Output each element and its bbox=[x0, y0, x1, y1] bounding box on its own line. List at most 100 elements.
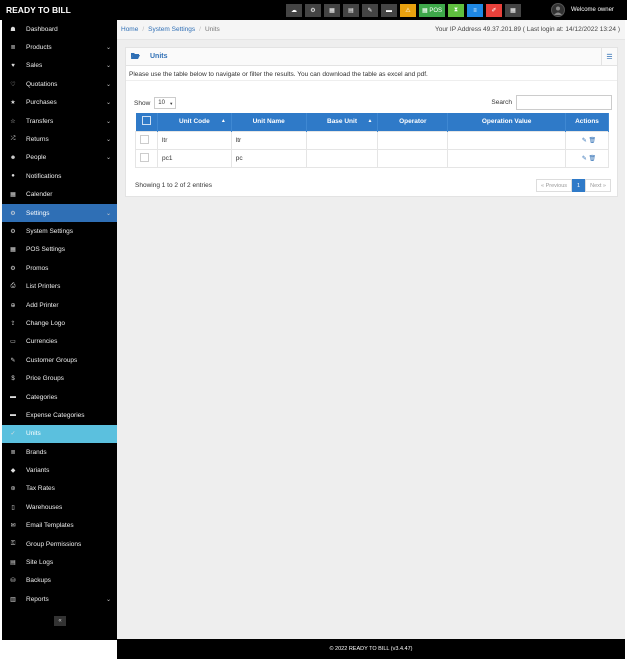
page-1-button[interactable]: 1 bbox=[572, 179, 586, 192]
sidebar-item-products[interactable]: ≣ Products ⌄ bbox=[2, 38, 117, 56]
chevron-down-icon: ⌄ bbox=[105, 118, 111, 125]
sidebar-item-label: Settings bbox=[26, 209, 50, 217]
menu-toggle-icon[interactable]: ☰ bbox=[601, 48, 617, 66]
column-header-operator[interactable]: Operator bbox=[377, 113, 449, 131]
column-header-unit-code[interactable]: Unit Code ▲ bbox=[157, 113, 232, 131]
pos-button[interactable]: ▦ POS bbox=[419, 4, 446, 17]
sidebar-item-dashboard[interactable]: ☗ Dashboard bbox=[2, 20, 117, 38]
column-header-base-unit[interactable]: Base Unit ▲ bbox=[306, 113, 379, 131]
sidebar-item-settings[interactable]: ⚙ Settings ⌄ bbox=[2, 203, 117, 223]
sidebar-item-pos-settings[interactable]: ▦ POS Settings bbox=[2, 241, 117, 259]
settings-icon[interactable]: ⚙ bbox=[305, 4, 321, 17]
avatar[interactable] bbox=[551, 3, 565, 17]
grid-icon[interactable]: ▦ bbox=[505, 4, 522, 17]
calculator-icon[interactable]: ▦ bbox=[324, 4, 340, 17]
language-flag-icon[interactable]: ▬ bbox=[381, 4, 397, 17]
footer: © 2022 READY TO BILL (v3.4.47) bbox=[117, 639, 625, 659]
breadcrumb: Home / System Settings / Units Your IP A… bbox=[117, 20, 625, 40]
breadcrumb-system-settings[interactable]: System Settings bbox=[148, 26, 195, 33]
sidebar-item-reports[interactable]: ▥ Reports ⌄ bbox=[2, 590, 117, 608]
sidebar-item-transfers[interactable]: ☆ Transfers ⌄ bbox=[2, 112, 117, 130]
sidebar-item-sales[interactable]: ♥ Sales ⌄ bbox=[2, 57, 117, 75]
sidebar-item-list-printers[interactable]: ⎙ List Printers bbox=[2, 277, 117, 295]
sidebar-item-units[interactable]: ✓ Units bbox=[2, 424, 117, 443]
previous-page-button[interactable]: « Previous bbox=[536, 179, 573, 192]
welcome-text[interactable]: Welcome owner bbox=[571, 7, 614, 13]
dashboard-icon[interactable]: ☁ bbox=[286, 4, 302, 17]
pos-settings-icon: ▦ bbox=[10, 247, 16, 254]
table-row[interactable]: pc1 pc ✎ 🗑 bbox=[135, 148, 610, 168]
list-printers-icon: ⎙ bbox=[10, 283, 16, 290]
sidebar-item-warehouses[interactable]: ▯ Warehouses bbox=[2, 498, 117, 516]
select-all-checkbox[interactable] bbox=[141, 116, 151, 126]
brand-logo[interactable]: READY TO BILL bbox=[0, 5, 116, 15]
sidebar-item-purchases[interactable]: ★ Purchases ⌄ bbox=[2, 94, 117, 112]
column-header-unit-name[interactable]: Unit Name bbox=[231, 113, 307, 131]
pen-icon[interactable]: ✐ bbox=[486, 4, 503, 17]
sidebar-item-label: Change Logo bbox=[26, 319, 66, 327]
sidebar-item-variants[interactable]: ◆ Variants bbox=[2, 461, 117, 479]
sidebar-item-site-logs[interactable]: ▤ Site Logs bbox=[2, 553, 117, 571]
hourglass-icon[interactable]: ⧗ bbox=[448, 4, 465, 17]
sidebar-item-returns[interactable]: ⤮ Returns ⌄ bbox=[2, 130, 117, 148]
sales-icon: ♥ bbox=[11, 62, 15, 69]
sidebar-item-change-logo[interactable]: ⇪ Change Logo bbox=[2, 314, 117, 332]
sidebar-item-add-printer[interactable]: ⊕ Add Printer bbox=[2, 296, 117, 314]
sidebar-item-label: Calender bbox=[26, 191, 53, 199]
edit-icon[interactable]: ✎ bbox=[582, 156, 587, 162]
units-icon: ✓ bbox=[10, 431, 16, 438]
row-checkbox[interactable] bbox=[140, 152, 149, 162]
chevron-down-icon: ⌄ bbox=[105, 100, 111, 107]
delete-icon[interactable]: 🗑 bbox=[589, 138, 597, 144]
chevron-down-icon: ⌄ bbox=[105, 81, 111, 88]
row-actions: ✎ 🗑 bbox=[564, 148, 610, 168]
sidebar-item-notifications[interactable]: ● Notifications bbox=[2, 167, 117, 185]
sidebar-item-brands[interactable]: ≣ Brands bbox=[2, 443, 117, 461]
sidebar-item-tax-rates[interactable]: ⊛ Tax Rates bbox=[2, 480, 117, 498]
sidebar-item-system-settings[interactable]: ⚙ System Settings bbox=[2, 222, 117, 240]
sidebar-item-promos[interactable]: ⚙ Promos bbox=[2, 259, 117, 277]
sidebar-item-price-groups[interactable]: $ Price Groups bbox=[2, 369, 117, 387]
calendar-icon[interactable]: ▤ bbox=[343, 4, 359, 17]
sidebar-item-currencies[interactable]: ▭ Currencies bbox=[2, 333, 117, 351]
table-cell bbox=[447, 130, 566, 150]
delete-icon[interactable]: 🗑 bbox=[589, 156, 597, 162]
next-page-button[interactable]: Next » bbox=[585, 179, 611, 192]
sidebar-item-label: System Settings bbox=[26, 227, 73, 235]
sidebar-item-label: Currencies bbox=[26, 338, 58, 346]
search-input[interactable] bbox=[516, 95, 612, 110]
variants-icon: ◆ bbox=[10, 468, 16, 475]
table-row[interactable]: ltr ltr ✎ 🗑 bbox=[135, 130, 610, 150]
sidebar-item-customer-groups[interactable]: ✎ Customer Groups bbox=[2, 351, 117, 369]
chevron-down-icon: ⌄ bbox=[105, 155, 111, 162]
promos-icon: ⚙ bbox=[10, 265, 16, 272]
page-title: Units bbox=[150, 53, 168, 60]
sidebar-item-backups[interactable]: ⛁ Backups bbox=[2, 572, 117, 590]
edit-icon[interactable]: ✎ bbox=[582, 138, 587, 144]
breadcrumb-home[interactable]: Home bbox=[121, 26, 138, 33]
sidebar-item-group-permissions[interactable]: ⚿ Group Permissions bbox=[2, 535, 117, 553]
user-menu[interactable]: Welcome owner bbox=[551, 3, 614, 17]
alert-icon[interactable]: ⚠ bbox=[400, 4, 416, 17]
sidebar-item-email-templates[interactable]: ✉ Email Templates bbox=[2, 517, 117, 535]
sidebar-item-calender[interactable]: ▦ Calender bbox=[2, 186, 117, 204]
sidebar-item-categories[interactable]: ▬ Categories bbox=[2, 388, 117, 406]
sidebar-item-label: POS Settings bbox=[26, 246, 66, 254]
sidebar-item-label: Transfers bbox=[26, 117, 54, 125]
entries-info: Showing 1 to 2 of 2 entries bbox=[135, 182, 212, 189]
page-length-select[interactable]: 10 ▼ bbox=[154, 97, 177, 109]
sidebar-collapse-button[interactable]: « bbox=[54, 616, 66, 626]
table-cell bbox=[377, 148, 449, 168]
row-checkbox[interactable] bbox=[140, 134, 149, 144]
list-icon[interactable]: ≡ bbox=[467, 4, 484, 17]
categories-icon: ▬ bbox=[10, 394, 16, 400]
notes-icon[interactable]: ✎ bbox=[362, 4, 378, 17]
sidebar-item-expense-categories[interactable]: ▬ Expense Categories bbox=[2, 406, 117, 424]
sidebar-item-people[interactable]: ☻ People ⌄ bbox=[2, 149, 117, 167]
intro-text: Please use the table below to navigate o… bbox=[126, 66, 617, 81]
transfers-icon: ☆ bbox=[10, 118, 16, 125]
sidebar-item-label: Site Logs bbox=[26, 559, 54, 567]
sidebar-item-quotations[interactable]: ♡ Quotations ⌄ bbox=[2, 75, 117, 93]
column-header-operation-value[interactable]: Operation Value bbox=[447, 113, 566, 131]
sidebar-item-label: Returns bbox=[26, 136, 49, 144]
